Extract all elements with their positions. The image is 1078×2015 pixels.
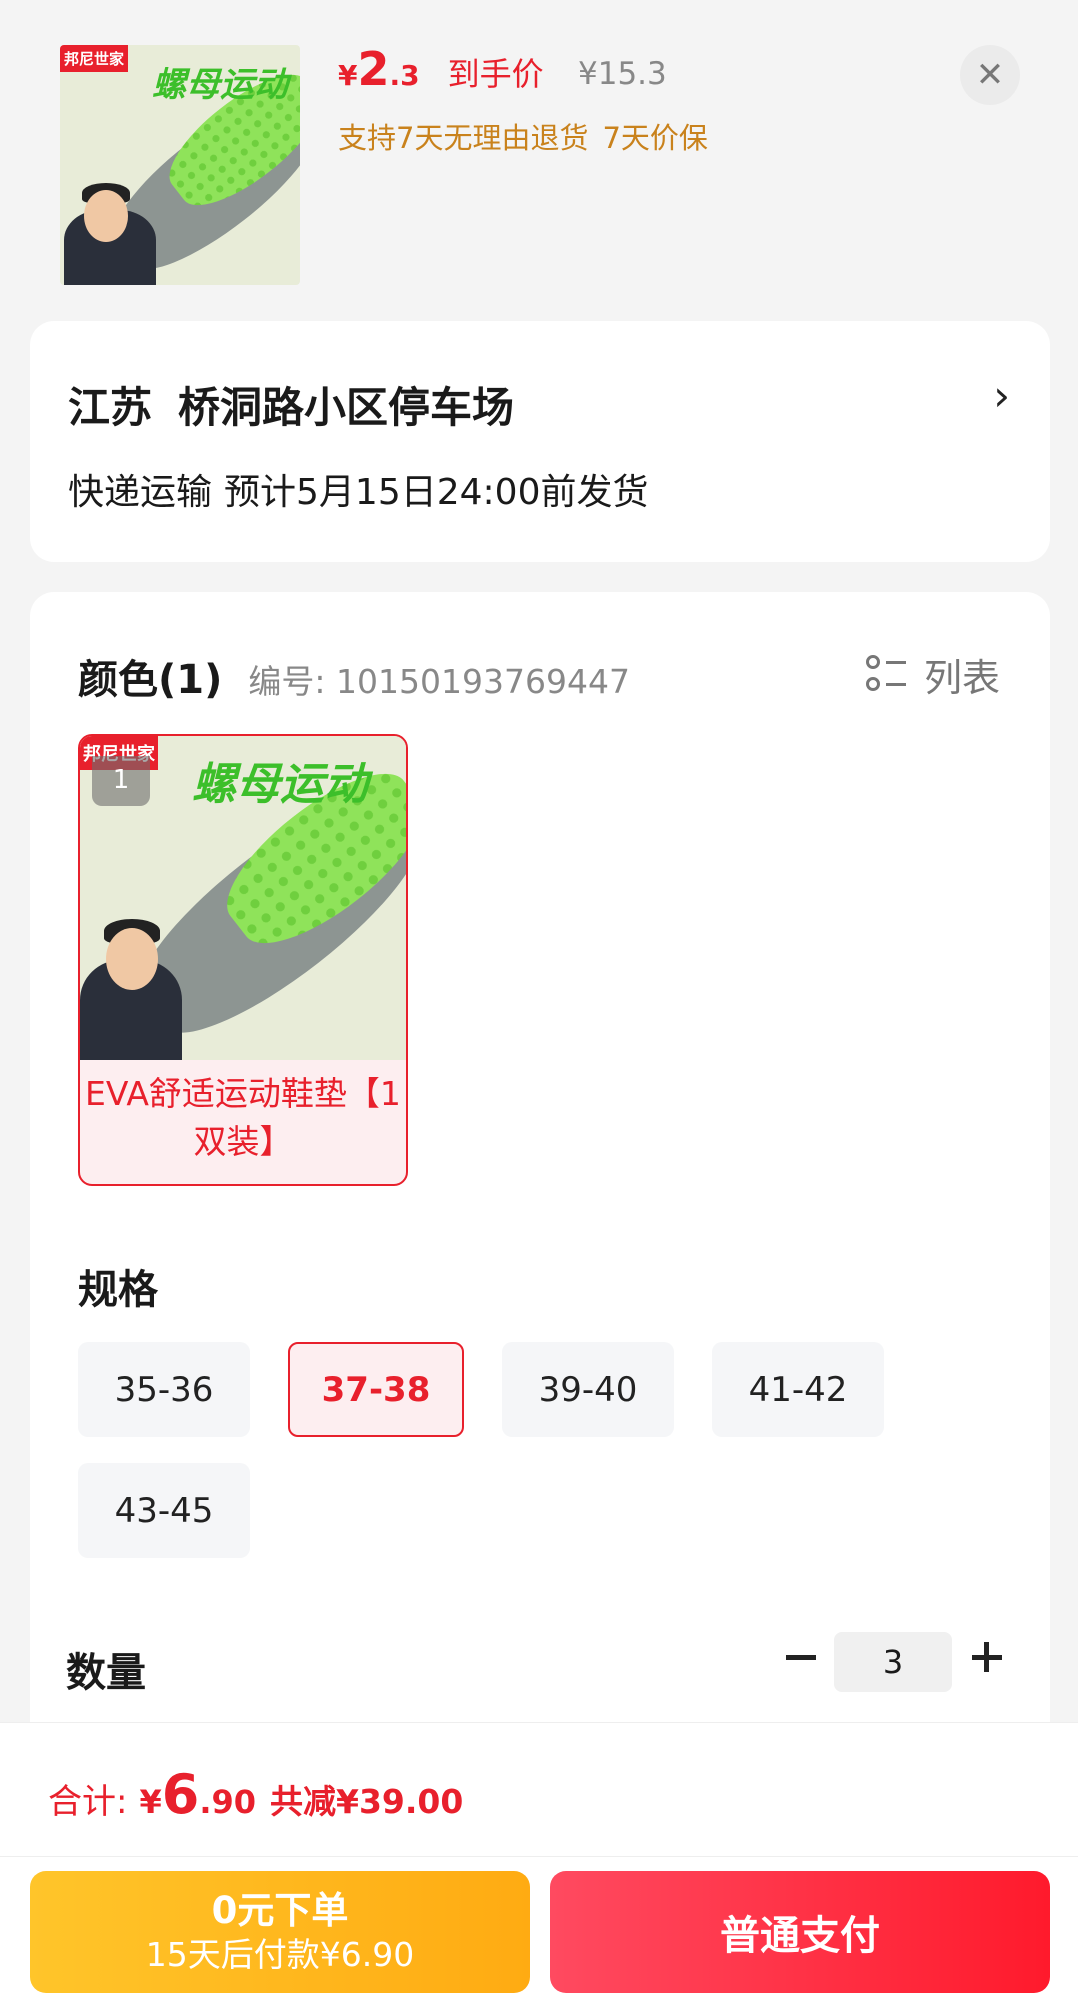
pay-later-subtitle: 15天后付款¥6.90 bbox=[145, 1935, 415, 1974]
total-decimal: .90 bbox=[199, 1783, 256, 1821]
quantity-decrease-button[interactable] bbox=[776, 1622, 826, 1692]
quantity-increase-button[interactable] bbox=[962, 1622, 1012, 1692]
price-label: 到手价 bbox=[447, 55, 544, 93]
list-view-label: 列表 bbox=[923, 656, 1000, 700]
price-currency: ¥ bbox=[338, 59, 358, 92]
total-integer: 6 bbox=[161, 1763, 200, 1826]
quantity-input[interactable]: 3 bbox=[834, 1632, 952, 1692]
shipping-method: 快递运输 bbox=[68, 472, 213, 513]
pay-later-title: 0元下单 bbox=[211, 1889, 349, 1932]
address-province: 江苏 bbox=[68, 383, 153, 432]
brand-logo: 邦尼世家 bbox=[60, 45, 129, 72]
close-icon: ✕ bbox=[975, 55, 1005, 95]
address-card[interactable]: 江苏 桥洞路小区停车场 › 快递运输 预计5月15日24:00前发货 bbox=[30, 321, 1050, 562]
product-title-art: 螺母运动 bbox=[192, 759, 368, 810]
product-thumbnail[interactable]: 邦尼世家 螺母运动 bbox=[60, 45, 300, 285]
list-view-toggle[interactable]: 列表 bbox=[865, 647, 1000, 702]
color-title: 颜色(1) bbox=[78, 657, 223, 703]
total-label: 合计: bbox=[48, 1782, 128, 1822]
spec-option[interactable]: 35-36 bbox=[78, 1342, 250, 1437]
return-policy-text: 支持7天无理由退货 bbox=[338, 121, 589, 155]
endorser-face bbox=[106, 928, 158, 990]
spec-option-selected[interactable]: 37-38 bbox=[288, 1342, 464, 1437]
spec-option[interactable]: 43-45 bbox=[78, 1463, 250, 1558]
color-option[interactable]: 邦尼世家 螺母运动 1 EVA舒适运动鞋垫【1双装】 bbox=[78, 734, 408, 1186]
shipping-info: 快递运输 预计5月15日24:00前发货 bbox=[68, 463, 648, 515]
price-protect-text: 7天价保 bbox=[602, 121, 708, 155]
quantity-title: 数量 bbox=[66, 1650, 146, 1696]
pay-later-button[interactable]: 0元下单 15天后付款¥6.90 bbox=[30, 1871, 530, 1993]
zoom-badge[interactable]: 1 bbox=[92, 756, 150, 806]
total-currency: ¥ bbox=[139, 1783, 162, 1821]
color-option-label: EVA舒适运动鞋垫【1双装】 bbox=[85, 1074, 401, 1161]
minus-icon bbox=[786, 1654, 816, 1660]
address-detail: 桥洞路小区停车场 bbox=[178, 383, 515, 432]
divider bbox=[0, 1856, 1078, 1857]
checkout-bar: 合计: ¥ 6 .90 共减¥39.00 0元下单 15天后付款¥6.90 普通… bbox=[0, 1722, 1078, 2015]
endorser-face bbox=[84, 190, 128, 242]
close-button[interactable]: ✕ bbox=[960, 45, 1020, 105]
product-title-art: 螺母运动 bbox=[152, 65, 288, 105]
spec-option[interactable]: 39-40 bbox=[502, 1342, 674, 1437]
guarantee-line: 支持7天无理由退货 7天价保 bbox=[338, 115, 708, 157]
color-header: 颜色(1) 编号: 10150193769447 bbox=[78, 647, 630, 705]
chevron-right-icon[interactable]: › bbox=[993, 371, 1010, 420]
address-title: 江苏 桥洞路小区停车场 bbox=[68, 374, 514, 435]
original-price: ¥15.3 bbox=[578, 56, 667, 92]
shipping-estimate: 预计5月15日24:00前发货 bbox=[224, 472, 649, 513]
spec-option[interactable]: 41-42 bbox=[712, 1342, 884, 1437]
price-integer: 2 bbox=[357, 42, 390, 96]
total-discount: 共减¥39.00 bbox=[270, 1782, 464, 1821]
spec-title: 规格 bbox=[78, 1267, 158, 1313]
order-total: 合计: ¥ 6 .90 共减¥39.00 bbox=[48, 1763, 463, 1826]
product-code: 编号: 10150193769447 bbox=[248, 662, 630, 701]
price-decimal: .3 bbox=[389, 59, 420, 92]
final-price: ¥ 2 .3 到手价 bbox=[338, 42, 544, 96]
pay-now-button[interactable]: 普通支付 bbox=[550, 1871, 1050, 1993]
color-option-image: 邦尼世家 螺母运动 1 bbox=[80, 736, 406, 1060]
list-icon bbox=[865, 654, 908, 695]
